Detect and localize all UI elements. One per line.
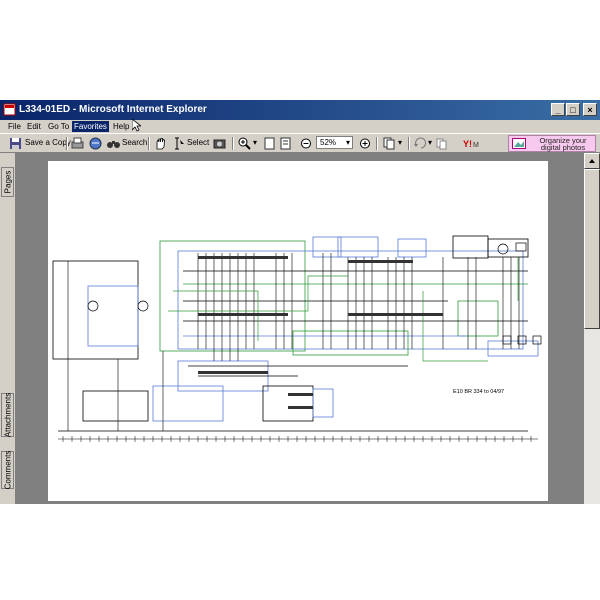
- toolbar-separator: [66, 137, 68, 150]
- switch-symbol: [502, 335, 512, 345]
- schematic-block: [292, 330, 409, 356]
- motor-symbol: [497, 243, 509, 255]
- search-button[interactable]: Search: [122, 138, 147, 147]
- pdf-document-icon: [3, 103, 16, 116]
- organize-photos-ad[interactable]: Organize your digital photos: [508, 135, 596, 152]
- motor-symbol: [137, 300, 149, 312]
- menu-edit[interactable]: Edit: [25, 121, 43, 132]
- rotate-icon[interactable]: [413, 136, 428, 151]
- schematic-block: [262, 385, 314, 422]
- schematic-block: [337, 236, 379, 258]
- schematic-block: [82, 390, 149, 422]
- hand-tool-icon[interactable]: [153, 136, 168, 151]
- menu-favorites[interactable]: Favorites: [72, 121, 109, 132]
- tab-comments[interactable]: Comments: [1, 451, 14, 489]
- menu-file[interactable]: File: [6, 121, 23, 132]
- connector-strip: [288, 393, 313, 396]
- document-viewport[interactable]: E10 BR 334 to 04/97: [16, 153, 584, 504]
- switch-symbol: [532, 335, 542, 345]
- navigation-sidebar: Pages Attachments Comments: [0, 153, 16, 504]
- motor-symbol: [87, 300, 99, 312]
- menu-help[interactable]: Help: [111, 121, 131, 132]
- close-button[interactable]: ×: [583, 103, 597, 116]
- toolbar-separator: [408, 137, 410, 150]
- yahoo-messenger-icon[interactable]: Y! M: [462, 136, 484, 151]
- vertical-scrollbar[interactable]: [584, 153, 600, 504]
- actual-size-icon[interactable]: [264, 136, 276, 151]
- title-bar: L334-01ED - Microsoft Internet Explorer …: [0, 100, 600, 120]
- toolbar-separator: [232, 137, 234, 150]
- chevron-down-icon[interactable]: ▾: [253, 138, 257, 147]
- menu-bar: File Edit Go To Favorites Help: [0, 120, 600, 133]
- connector-strip: [288, 406, 313, 409]
- diagram-caption: E10 BR 334 to 04/97: [453, 389, 505, 395]
- schematic-block: [452, 235, 489, 259]
- zoom-out-icon[interactable]: [300, 136, 312, 151]
- chevron-down-icon[interactable]: ▾: [428, 138, 432, 147]
- fit-page-icon[interactable]: [280, 136, 292, 151]
- connector-strip: [198, 371, 268, 374]
- zoom-in-icon[interactable]: [237, 136, 252, 151]
- svg-text:M: M: [473, 142, 479, 149]
- toolbar: Save a Copy Search Select ▾ 52% ▾ ▾ ▾ Y!…: [0, 133, 600, 153]
- binoculars-icon: [107, 141, 120, 148]
- ad-text: Organize your digital photos: [539, 136, 587, 152]
- window-title: L334-01ED - Microsoft Internet Explorer: [19, 104, 207, 115]
- scroll-thumb[interactable]: [584, 169, 600, 329]
- connector-strip: [198, 313, 288, 316]
- select-text-icon: [175, 137, 184, 150]
- toolbar-separator: [376, 137, 378, 150]
- arrow-up-icon: [589, 159, 595, 163]
- schematic-block: [312, 388, 334, 418]
- schematic-block: [87, 285, 139, 347]
- switch-symbol: [515, 242, 527, 252]
- connector-strip: [348, 313, 443, 316]
- schematic-block: [312, 236, 342, 258]
- pdf-page: E10 BR 334 to 04/97: [48, 161, 548, 501]
- save-icon: [10, 138, 21, 149]
- page-layout-icon[interactable]: [382, 136, 397, 151]
- schematic-block: [397, 238, 427, 258]
- mouse-cursor-icon: [132, 119, 141, 132]
- photo-icon: [512, 138, 526, 149]
- copy-icon[interactable]: [436, 136, 448, 151]
- chevron-down-icon[interactable]: ▾: [346, 138, 350, 147]
- wiring-diagram: [52, 235, 542, 442]
- scroll-up-button[interactable]: [584, 153, 600, 169]
- connector-strip: [198, 256, 288, 259]
- maximize-button[interactable]: □: [566, 103, 580, 116]
- svg-text:Y!: Y!: [463, 139, 472, 149]
- schematic-block: [457, 300, 499, 337]
- tab-attachments[interactable]: Attachments: [1, 393, 14, 437]
- menu-go-to[interactable]: Go To: [46, 121, 71, 132]
- tab-pages[interactable]: Pages: [1, 167, 14, 197]
- print-icon[interactable]: [70, 136, 85, 151]
- select-button[interactable]: Select: [187, 138, 209, 147]
- wire: [422, 291, 488, 362]
- zoom-in-plus-icon[interactable]: [359, 136, 371, 151]
- chevron-down-icon[interactable]: ▾: [398, 138, 402, 147]
- connector-strip: [348, 260, 413, 263]
- save-a-copy-button[interactable]: Save a Copy: [25, 138, 71, 147]
- schematic-block: [487, 340, 539, 357]
- toolbar-separator: [148, 137, 150, 150]
- snapshot-icon[interactable]: [212, 136, 227, 151]
- browser-window: L334-01ED - Microsoft Internet Explorer …: [0, 100, 600, 504]
- minimize-button[interactable]: _: [551, 103, 565, 116]
- email-icon[interactable]: [88, 136, 103, 151]
